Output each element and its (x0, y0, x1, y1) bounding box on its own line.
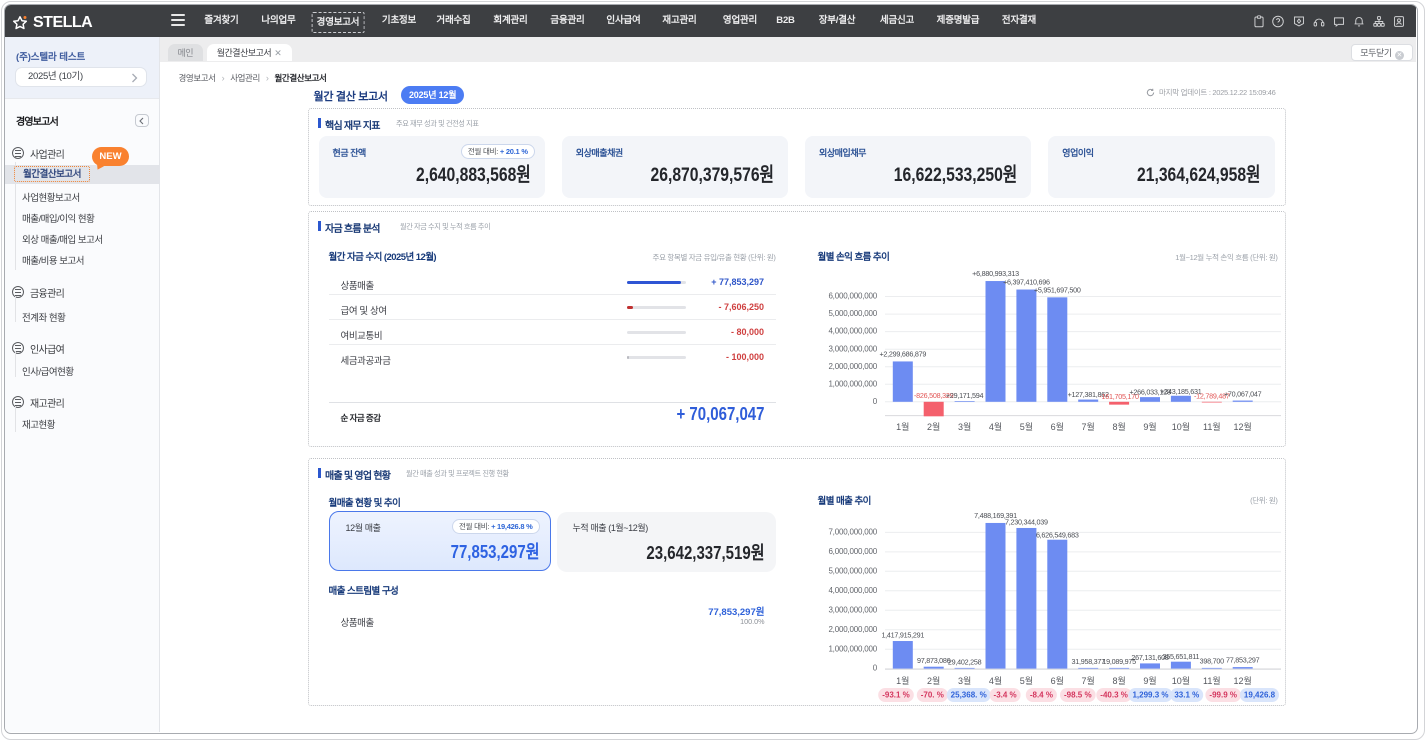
svg-text:-8.4 %: -8.4 % (1029, 690, 1052, 699)
svg-text:5월: 5월 (1019, 674, 1032, 685)
svg-text:+2,299,686,879: +2,299,686,879 (879, 349, 926, 358)
svg-text:0: 0 (872, 663, 877, 672)
svg-text:2월: 2월 (927, 420, 940, 431)
svg-text:1,000,000,000: 1,000,000,000 (828, 644, 877, 653)
svg-text:5월: 5월 (1019, 420, 1032, 431)
svg-text:10월: 10월 (1171, 420, 1189, 431)
svg-text:29,402,258: 29,402,258 (947, 657, 981, 666)
svg-text:+29,171,594: +29,171,594 (945, 391, 983, 400)
svg-text:25,368. %: 25,368. % (950, 690, 986, 699)
svg-text:77,853,297: 77,853,297 (1225, 655, 1259, 664)
svg-text:2,000,000,000: 2,000,000,000 (828, 361, 877, 370)
svg-text:-70. %: -70. % (920, 690, 943, 699)
svg-text:-40.3 %: -40.3 % (1100, 690, 1128, 699)
svg-text:-99.9 %: -99.9 % (1209, 690, 1237, 699)
svg-text:10월: 10월 (1171, 674, 1189, 685)
svg-text:398,700: 398,700 (1199, 656, 1223, 665)
svg-text:9월: 9월 (1143, 420, 1156, 431)
svg-text:6,626,549,683: 6,626,549,683 (1035, 530, 1078, 539)
svg-text:3,000,000,000: 3,000,000,000 (828, 605, 877, 614)
svg-text:33.1 %: 33.1 % (1174, 690, 1199, 699)
svg-text:1,299.3 %: 1,299.3 % (1132, 690, 1168, 699)
svg-text:5,000,000,000: 5,000,000,000 (828, 566, 877, 575)
svg-text:7월: 7월 (1081, 674, 1094, 685)
svg-text:4월: 4월 (988, 420, 1001, 431)
svg-text:4,000,000,000: 4,000,000,000 (828, 585, 877, 594)
svg-text:7,230,344,039: 7,230,344,039 (1005, 517, 1048, 526)
svg-text:-3.4 %: -3.4 % (993, 690, 1016, 699)
svg-text:6월: 6월 (1050, 420, 1063, 431)
svg-text:2,000,000,000: 2,000,000,000 (828, 624, 877, 633)
svg-text:9월: 9월 (1143, 674, 1156, 685)
svg-text:6,000,000,000: 6,000,000,000 (828, 291, 877, 300)
svg-text:11월: 11월 (1202, 674, 1220, 685)
svg-text:4,000,000,000: 4,000,000,000 (828, 326, 877, 335)
svg-text:97,873,086: 97,873,086 (916, 655, 950, 664)
svg-text:-98.5 %: -98.5 % (1064, 690, 1092, 699)
svg-text:3월: 3월 (957, 420, 970, 431)
svg-text:-93.1 %: -93.1 % (882, 690, 910, 699)
svg-text:4월: 4월 (988, 674, 1001, 685)
svg-text:3,000,000,000: 3,000,000,000 (828, 344, 877, 353)
svg-text:1월: 1월 (896, 674, 909, 685)
svg-text:1,417,915,291: 1,417,915,291 (881, 630, 924, 639)
svg-text:355,651,811: 355,651,811 (1162, 651, 1199, 660)
svg-text:8월: 8월 (1112, 420, 1125, 431)
svg-text:6,000,000,000: 6,000,000,000 (828, 547, 877, 556)
svg-text:12월: 12월 (1233, 420, 1251, 431)
svg-text:19,426.8: 19,426.8 (1243, 690, 1275, 699)
svg-text:11월: 11월 (1202, 420, 1220, 431)
svg-text:12월: 12월 (1233, 674, 1251, 685)
svg-text:1,000,000,000: 1,000,000,000 (828, 379, 877, 388)
svg-text:+70,067,047: +70,067,047 (1223, 389, 1261, 398)
svg-text:+5,951,697,500: +5,951,697,500 (1033, 285, 1080, 294)
svg-text:2월: 2월 (927, 674, 940, 685)
svg-text:6월: 6월 (1050, 674, 1063, 685)
svg-text:5,000,000,000: 5,000,000,000 (828, 309, 877, 318)
svg-text:7월: 7월 (1081, 420, 1094, 431)
svg-text:8월: 8월 (1112, 674, 1125, 685)
svg-text:+6,880,993,313: +6,880,993,313 (972, 269, 1019, 278)
svg-text:1월: 1월 (896, 420, 909, 431)
svg-text:3월: 3월 (957, 674, 970, 685)
svg-text:7,000,000,000: 7,000,000,000 (828, 527, 877, 536)
svg-text:0: 0 (872, 396, 877, 405)
svg-text:31,958,377: 31,958,377 (1071, 656, 1105, 665)
